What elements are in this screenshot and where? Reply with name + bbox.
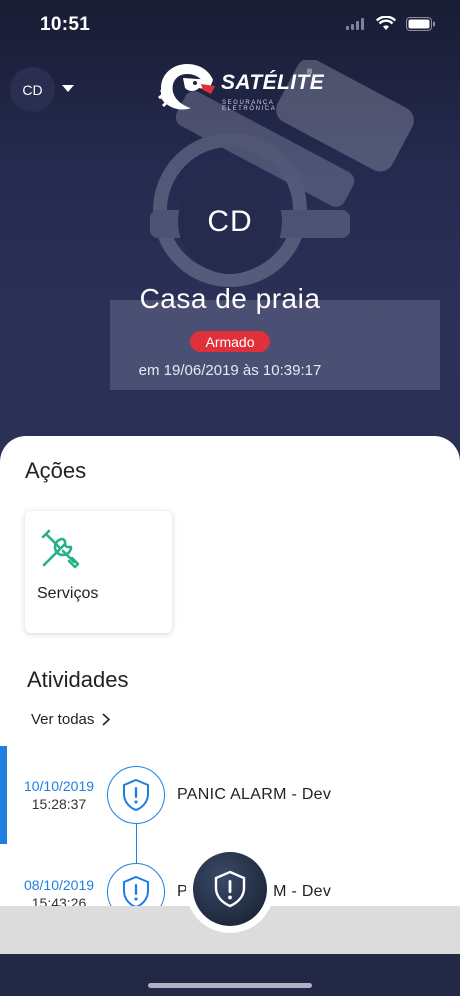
services-label: Serviços <box>37 585 99 602</box>
bottom-nav <box>0 954 460 996</box>
activity-shield <box>107 863 165 906</box>
see-all-label: Ver todas <box>31 711 95 728</box>
chevron-right-icon <box>102 713 111 726</box>
activity-row[interactable]: 10/10/2019 15:28:37 PANIC ALARM - Dev <box>0 766 460 826</box>
account-chip-label: CD <box>22 81 43 98</box>
activity-label: PANIC ALARM - Dev <box>177 786 332 803</box>
panic-button[interactable] <box>193 852 267 926</box>
activity-time: 15:28:37 <box>31 796 87 812</box>
signal-icon <box>346 17 364 30</box>
status-badge: Armado <box>190 331 270 352</box>
status-bar: 10:51 <box>0 0 460 50</box>
place-name: Casa de praia <box>139 283 321 314</box>
status-time: 10:51 <box>40 14 91 35</box>
account-switcher-button[interactable]: CD <box>10 67 55 112</box>
site-avatar: CD <box>178 170 282 274</box>
actions-title: Ações <box>25 458 87 483</box>
shield-alert-icon <box>123 875 149 906</box>
shield-alert-icon <box>123 778 149 812</box>
content-sheet: Ações Serviços Atividades Ver todas 10/1… <box>0 436 460 906</box>
logo-tagline: SEGURANÇA ELETRÔNICA <box>222 100 277 112</box>
tools-icon <box>41 529 80 569</box>
activity-time: 15:43:26 <box>31 895 87 906</box>
activity-date: 10/10/2019 <box>23 778 95 794</box>
caret-down-icon[interactable] <box>62 85 74 92</box>
activity-shield <box>107 766 165 824</box>
home-indicator <box>148 983 312 988</box>
status-timestamp: em 19/06/2019 às 10:39:17 <box>138 362 322 379</box>
logo-registered-mark: ® <box>307 69 313 76</box>
battery-icon <box>406 16 435 31</box>
activities-title: Atividades <box>27 667 129 692</box>
wifi-icon <box>376 16 396 30</box>
eagle-icon <box>158 64 215 110</box>
status-icons <box>346 16 436 31</box>
header-hero: 10:51 CD SATÉLITE ® SEGURANÇA ELETRÔNICA… <box>0 0 460 470</box>
shield-alert-icon <box>214 870 246 908</box>
panic-button-ring <box>186 845 274 933</box>
activity-date: 08/10/2019 <box>23 877 95 893</box>
company-logo: SATÉLITE ® SEGURANÇA ELETRÔNICA <box>155 62 324 114</box>
avatar-initials: CD <box>207 205 253 238</box>
see-all-link[interactable]: Ver todas <box>31 711 111 728</box>
services-card[interactable]: Serviços <box>25 511 172 633</box>
